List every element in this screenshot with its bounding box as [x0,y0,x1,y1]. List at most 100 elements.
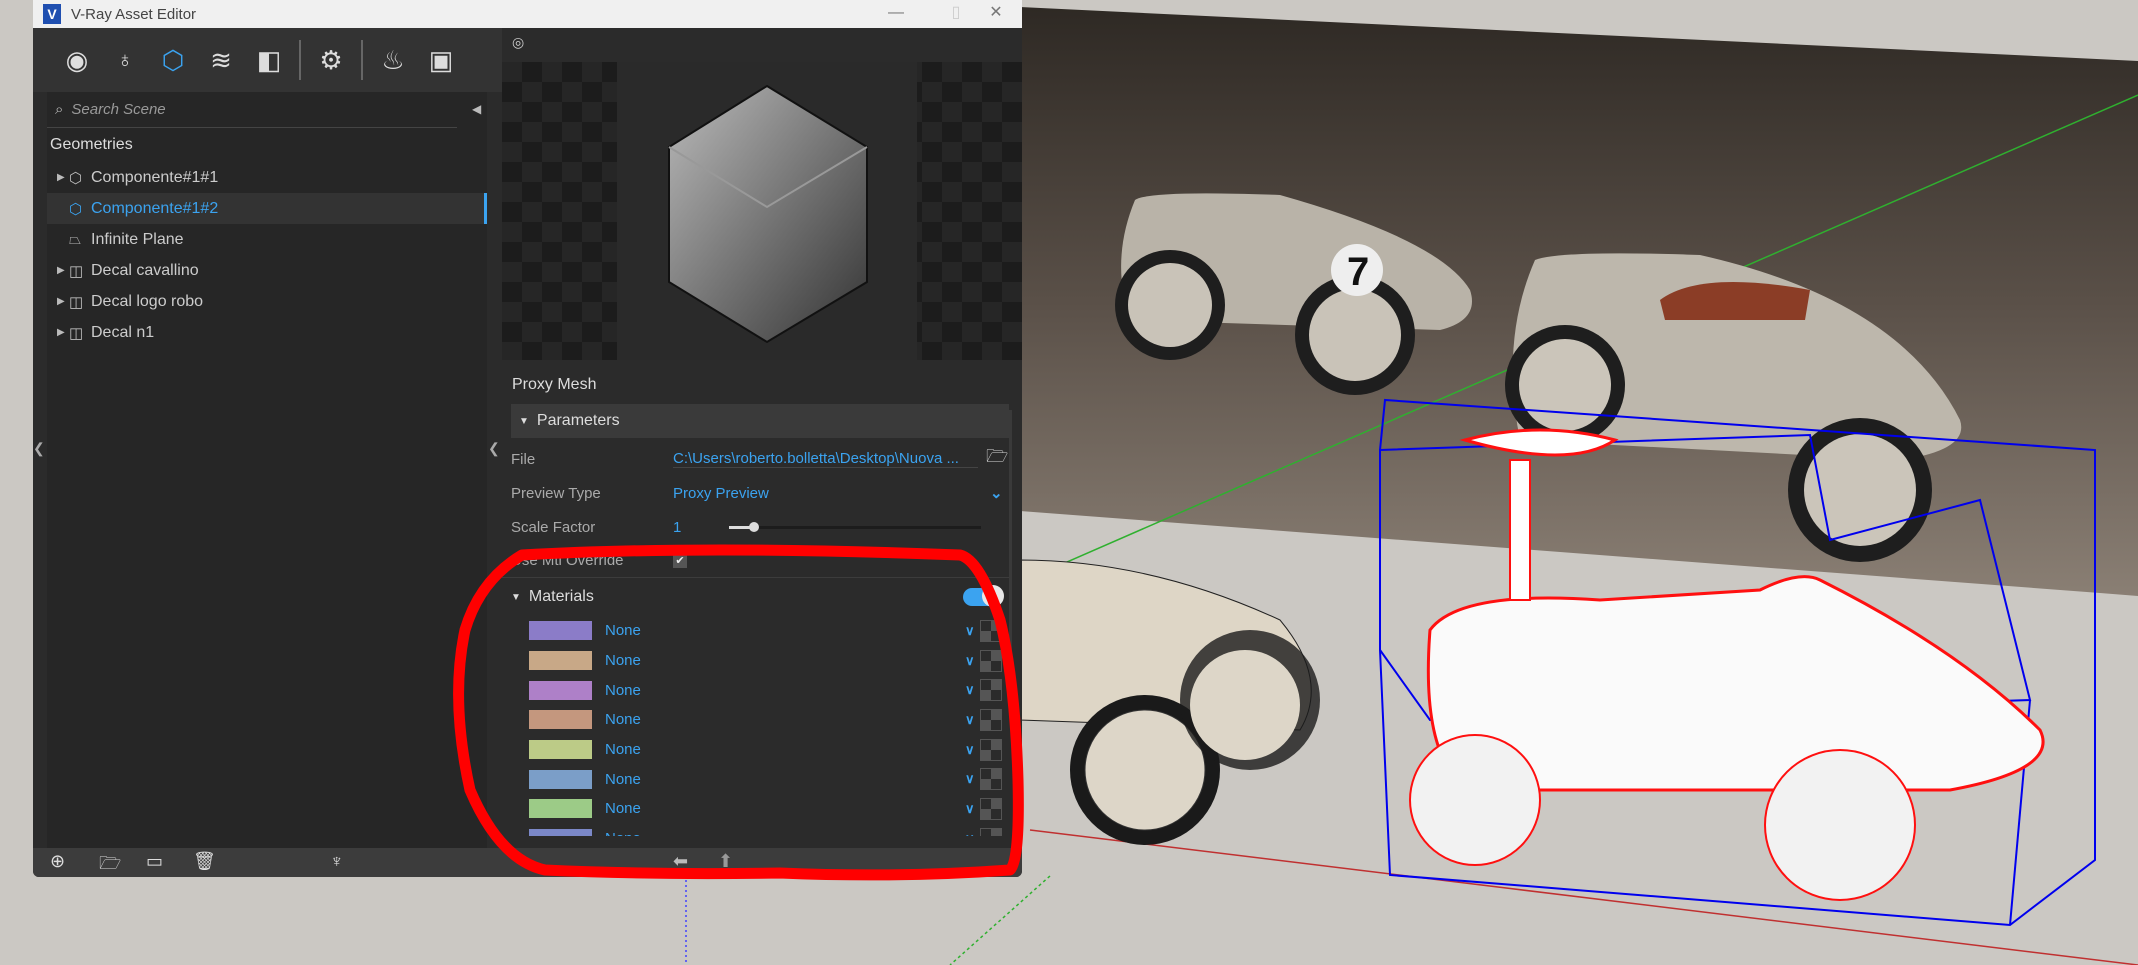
tree-item[interactable]: ▶ ◫ Decal logo robo [47,286,487,317]
preview-options-icon[interactable]: ◎ [512,34,524,50]
file-path-field[interactable]: C:\Users\roberto.bolletta\Desktop\Nuova … [673,450,978,468]
material-picker-icon[interactable] [980,708,1002,731]
vray-logo-icon: V [43,4,61,24]
frame-buffer-icon[interactable]: ▣ [423,42,459,78]
material-value[interactable]: None [605,622,641,639]
render-teapot-icon[interactable]: ♨ [375,42,411,78]
delete-icon[interactable]: 🗑 [193,851,216,872]
export-up-icon[interactable]: ⬆ [718,851,733,872]
preview-type-row: Preview Type Proxy Preview ⌄ [502,476,1022,510]
mtl-override-checkbox[interactable]: ✔ [673,553,687,568]
tree-item-label: Componente#1#2 [91,199,219,217]
expand-arrow-icon[interactable]: ▶ [57,296,69,307]
tree-item[interactable]: ⏢ Infinite Plane [47,224,487,255]
material-slot: None ∨ [502,764,1022,794]
scale-factor-slider[interactable] [729,521,981,532]
cube-icon: ⬡ [69,169,83,187]
purge-broom-icon[interactable]: ♆ [330,851,344,872]
clear-search-icon[interactable]: ◀ [472,102,481,116]
decal-icon: ◫ [69,324,84,342]
collapse-left-icon[interactable]: ❮ [33,440,45,457]
close-button[interactable]: ✕ [973,0,1019,28]
material-value[interactable]: None [605,741,641,758]
tree-item[interactable]: ▶ ⬡ Componente#1#1 [47,162,487,193]
chevron-down-icon[interactable]: ∨ [965,742,975,758]
material-picker-icon[interactable] [980,679,1002,702]
material-value[interactable]: None [605,830,641,836]
import-icon[interactable]: ⬅ [673,851,688,872]
material-picker-icon[interactable] [980,649,1002,672]
material-value[interactable]: None [605,771,641,788]
material-color-swatch [529,829,592,836]
parameters-group-header[interactable]: ▼ Parameters [511,404,1009,438]
lights-icon[interactable]: ♁ [107,42,143,78]
expand-arrow-icon[interactable]: ▶ [57,327,69,338]
preview-type-dropdown[interactable]: Proxy Preview [673,485,769,502]
material-picker-icon[interactable] [980,827,1002,836]
chevron-down-icon[interactable]: ∨ [965,623,975,639]
bottom-toolbar: ⊕ 🗁 ▭ 🗑 ♆ ⬅ ⬆ [33,848,1022,877]
material-value[interactable]: None [605,652,641,669]
expand-arrow-icon[interactable]: ▶ [57,172,69,183]
scale-factor-input[interactable]: 1 [673,519,729,536]
minimize-button[interactable]: — [873,0,919,28]
chevron-down-icon[interactable]: ∨ [965,712,975,728]
material-color-swatch [529,651,592,671]
settings-icon[interactable]: ⚙ [313,42,349,78]
materials-toggle[interactable] [963,585,1004,607]
material-picker-icon[interactable] [980,797,1002,820]
material-value[interactable]: None [605,682,641,699]
chevron-down-icon[interactable]: ∨ [965,771,975,787]
material-value[interactable]: None [605,800,641,817]
properties-panel: ◎ Proxy Mesh ▼ Parameters File C:\Users\ro… [502,28,1022,848]
cube-icon: ⬡ [69,200,83,218]
mtl-override-label: Use Mtl Override [511,552,624,569]
car-wireframe-left [1019,559,1320,845]
chevron-down-icon[interactable]: ∨ [965,801,975,817]
title-bar[interactable]: V V-Ray Asset Editor — ▯ ✕ [33,0,1022,28]
collapse-preview-icon[interactable]: ❮ [488,440,500,457]
chevron-down-icon[interactable]: ∨ [965,831,975,836]
save-icon[interactable]: ▭ [146,851,163,872]
material-slot: None ∨ [502,705,1022,735]
chevron-down-icon[interactable]: ∨ [965,682,975,698]
toolbar-divider [299,40,301,80]
material-value[interactable]: None [605,711,641,728]
add-asset-icon[interactable]: ⊕ [50,851,65,872]
tree-item[interactable]: ▶ ◫ Decal n1 [47,317,487,348]
chevron-down-icon[interactable]: ∨ [965,653,975,669]
open-folder-icon[interactable]: 🗁 [986,444,1008,474]
material-picker-icon[interactable] [980,738,1002,761]
tree-item[interactable]: ▶ ◫ Decal cavallino [47,255,487,286]
render-elements-icon[interactable]: ◧ [251,42,287,78]
material-picker-icon[interactable] [980,619,1002,642]
tree-item-label: Decal cavallino [91,261,199,279]
textures-icon[interactable]: ≋ [203,42,239,78]
material-slot: None ∨ [502,794,1022,824]
asset-preview [502,62,1022,360]
material-color-swatch [529,710,592,730]
decal-icon: ◫ [69,293,84,311]
search-scene-input[interactable]: ⌕ Search Scene [47,92,457,128]
mtl-override-row: Use Mtl Override ✔ [502,544,1009,578]
search-placeholder: Search Scene [71,101,166,118]
geometry-icon[interactable]: ⬡ [155,42,191,78]
preview-type-label: Preview Type [511,484,601,502]
svg-text:7: 7 [1347,250,1369,294]
proxy-mesh-properties: Proxy Mesh ▼ Parameters File C:\Users\robe… [502,368,1022,836]
slider-handle[interactable] [749,521,760,532]
scrollbar[interactable] [1009,410,1012,710]
material-color-swatch [529,799,592,819]
chevron-down-icon[interactable]: ⌄ [990,484,1003,502]
collapse-triangle-icon: ▼ [511,591,521,603]
material-color-swatch [529,769,592,789]
tree-item-label: Infinite Plane [91,230,184,248]
material-slot: None ∨ [502,616,1022,646]
materials-group-header[interactable]: ▼ Materials [502,578,1022,616]
open-file-icon[interactable]: 🗁 [99,851,121,877]
material-slot: None ∨ [502,675,1022,705]
materials-icon[interactable]: ◉ [59,42,95,78]
tree-item-selected[interactable]: ⬡ Componente#1#2 [47,193,487,224]
material-picker-icon[interactable] [980,768,1002,791]
expand-arrow-icon[interactable]: ▶ [57,265,69,276]
